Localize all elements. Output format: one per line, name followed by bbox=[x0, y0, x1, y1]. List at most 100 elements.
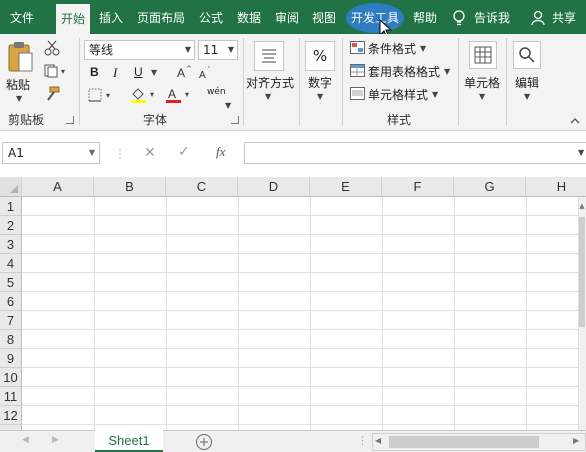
format-as-table-button[interactable]: 套用表格格式 bbox=[368, 63, 440, 80]
select-all-corner[interactable] bbox=[0, 177, 22, 197]
column-header-f[interactable]: F bbox=[382, 177, 454, 197]
alignment-dropdown-icon[interactable]: ▼ bbox=[265, 92, 271, 101]
column-header-c[interactable]: C bbox=[166, 177, 238, 197]
font-color-icon[interactable]: A ▾ bbox=[165, 86, 193, 107]
underline-button[interactable]: U bbox=[134, 65, 143, 79]
svg-text:A: A bbox=[177, 66, 185, 79]
separator bbox=[243, 38, 244, 126]
paste-dropdown-icon[interactable]: ▼ bbox=[16, 94, 22, 103]
italic-button[interactable]: I bbox=[113, 65, 117, 81]
font-name-combo[interactable]: 等线 ▼ bbox=[84, 40, 195, 60]
name-box[interactable]: A1 ▼ bbox=[2, 142, 100, 164]
bold-button[interactable]: B bbox=[90, 65, 99, 79]
sheet-tab-sheet1[interactable]: Sheet1 bbox=[95, 430, 163, 452]
column-header-h[interactable]: H bbox=[526, 177, 586, 197]
font-launcher-icon[interactable] bbox=[231, 116, 239, 124]
conditional-formatting-icon bbox=[350, 41, 366, 58]
number-dropdown-icon[interactable]: ▼ bbox=[317, 92, 323, 101]
editing-button[interactable]: 编辑 bbox=[515, 74, 539, 91]
insert-function-button[interactable]: fx bbox=[216, 144, 225, 160]
tab-page-layout[interactable]: 页面布局 bbox=[132, 0, 190, 34]
paste-icon[interactable] bbox=[6, 40, 34, 77]
row-header-12[interactable]: 12 bbox=[0, 406, 22, 425]
row-header-6[interactable]: 6 bbox=[0, 292, 22, 311]
row-header-7[interactable]: 7 bbox=[0, 311, 22, 330]
tab-insert[interactable]: 插入 bbox=[94, 0, 128, 34]
row-header-10[interactable]: 10 bbox=[0, 368, 22, 387]
tab-developer[interactable]: 开发工具 bbox=[346, 0, 404, 34]
formula-input[interactable] bbox=[244, 142, 586, 164]
svg-text:A: A bbox=[199, 70, 206, 80]
scroll-right-icon[interactable]: ▶ bbox=[573, 436, 579, 445]
svg-text:A: A bbox=[168, 87, 176, 101]
collapse-ribbon-icon[interactable] bbox=[570, 114, 580, 128]
paste-button[interactable]: 粘贴 bbox=[6, 76, 30, 93]
separator bbox=[299, 38, 300, 126]
borders-icon[interactable]: ▾ bbox=[88, 88, 116, 105]
horizontal-scrollbar[interactable]: ◀ ▶ bbox=[372, 433, 586, 451]
split-handle-icon[interactable]: ⋮ bbox=[357, 434, 368, 447]
tell-me-search[interactable]: 告诉我 bbox=[470, 0, 514, 34]
decrease-font-size-icon[interactable]: Aˇ bbox=[198, 66, 214, 83]
number-format-button[interactable]: % bbox=[305, 41, 335, 71]
row-header-9[interactable]: 9 bbox=[0, 349, 22, 368]
prev-sheet-icon[interactable]: ◀ bbox=[22, 435, 29, 445]
font-size-value: 11 bbox=[203, 43, 219, 57]
worksheet-grid[interactable]: A B C D E F G H 1 2 3 4 5 6 7 8 9 10 11 … bbox=[0, 177, 586, 430]
cancel-entry-button[interactable]: ✕ bbox=[144, 145, 156, 161]
conditional-formatting-button[interactable]: 条件格式 bbox=[368, 40, 416, 57]
row-header-2[interactable]: 2 bbox=[0, 216, 22, 235]
cell-styles-button[interactable]: 单元格样式 bbox=[368, 86, 428, 103]
add-sheet-icon[interactable] bbox=[195, 433, 213, 452]
separator bbox=[506, 38, 507, 126]
cells-icon[interactable] bbox=[469, 41, 497, 72]
expand-formula-bar-icon[interactable]: ▼ bbox=[578, 148, 584, 157]
cells-button[interactable]: 单元格 bbox=[464, 74, 500, 91]
tab-view[interactable]: 视图 bbox=[307, 0, 341, 34]
scroll-left-icon[interactable]: ◀ bbox=[375, 436, 381, 445]
tab-formulas[interactable]: 公式 bbox=[194, 0, 228, 34]
share-button[interactable]: 共享 bbox=[546, 0, 582, 34]
copy-icon[interactable]: ▾ bbox=[44, 64, 70, 81]
alignment-icon[interactable] bbox=[254, 41, 284, 74]
separator bbox=[458, 38, 459, 126]
phonetic-dropdown-icon[interactable]: ▼ bbox=[225, 101, 231, 110]
tab-help[interactable]: 帮助 bbox=[408, 0, 442, 34]
tab-data[interactable]: 数据 bbox=[232, 0, 266, 34]
horizontal-scroll-thumb[interactable] bbox=[389, 436, 539, 448]
fill-color-icon[interactable]: ▾ bbox=[130, 86, 158, 107]
column-header-e[interactable]: E bbox=[310, 177, 382, 197]
cells-dropdown-icon[interactable]: ▼ bbox=[479, 92, 485, 101]
row-header-8[interactable]: 8 bbox=[0, 330, 22, 349]
row-header-11[interactable]: 11 bbox=[0, 387, 22, 406]
phonetic-guide-button[interactable]: wén bbox=[207, 87, 226, 97]
drag-handle-icon[interactable]: ⋮ bbox=[114, 147, 126, 161]
next-sheet-icon[interactable]: ▶ bbox=[52, 435, 59, 445]
row-header-3[interactable]: 3 bbox=[0, 235, 22, 254]
column-header-d[interactable]: D bbox=[238, 177, 310, 197]
font-size-combo[interactable]: 11 ▼ bbox=[198, 40, 238, 60]
column-header-b[interactable]: B bbox=[94, 177, 166, 197]
search-icon[interactable] bbox=[513, 41, 541, 72]
vertical-scroll-thumb[interactable] bbox=[579, 217, 585, 327]
confirm-entry-button[interactable]: ✓ bbox=[178, 144, 190, 160]
lightbulb-icon bbox=[452, 10, 466, 29]
underline-dropdown-icon[interactable]: ▼ bbox=[151, 68, 157, 77]
tab-review[interactable]: 审阅 bbox=[270, 0, 304, 34]
increase-font-size-icon[interactable]: A ^ bbox=[176, 65, 192, 82]
row-header-4[interactable]: 4 bbox=[0, 254, 22, 273]
column-header-g[interactable]: G bbox=[454, 177, 526, 197]
tab-file[interactable]: 文件 bbox=[0, 0, 44, 34]
format-painter-icon[interactable] bbox=[44, 86, 60, 105]
scroll-up-icon[interactable]: ▲ bbox=[578, 197, 586, 215]
chevron-down-icon: ▼ bbox=[432, 90, 439, 99]
tab-home[interactable]: 开始 bbox=[56, 4, 90, 34]
clipboard-launcher-icon[interactable] bbox=[66, 116, 74, 124]
alignment-button[interactable]: 对齐方式 bbox=[246, 74, 294, 91]
gridline bbox=[166, 197, 167, 430]
column-header-a[interactable]: A bbox=[22, 177, 94, 197]
row-header-1[interactable]: 1 bbox=[0, 197, 22, 216]
row-header-5[interactable]: 5 bbox=[0, 273, 22, 292]
cut-icon[interactable] bbox=[44, 40, 60, 59]
editing-dropdown-icon[interactable]: ▼ bbox=[524, 92, 530, 101]
